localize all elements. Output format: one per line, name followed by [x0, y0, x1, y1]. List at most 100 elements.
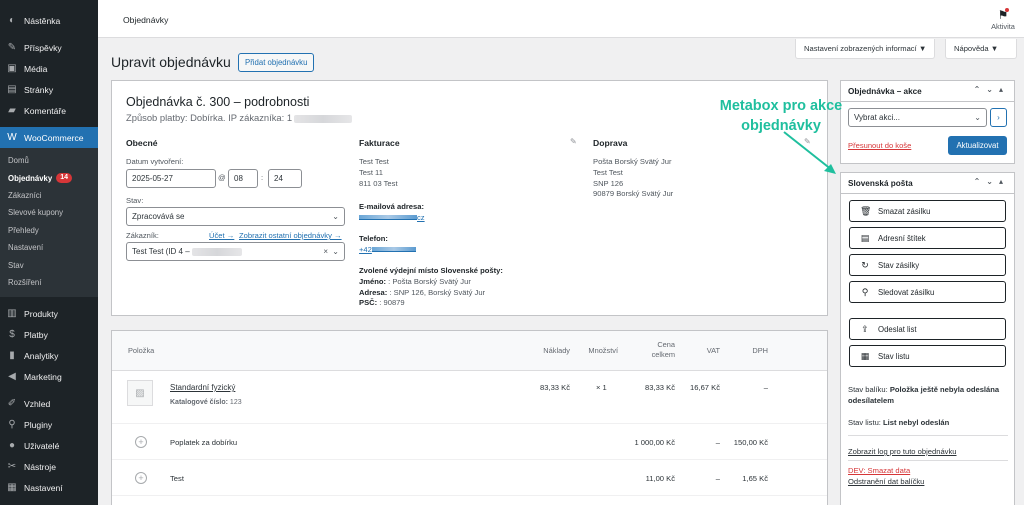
sidebar-item-marketing[interactable]: ◀ Marketing — [0, 366, 98, 387]
users-icon: ● — [8, 440, 16, 452]
payments-icon: $ — [9, 329, 15, 341]
fee-expand-icon[interactable]: + — [135, 436, 147, 448]
pin-icon: ✎ — [7, 42, 17, 53]
redacted-ip — [294, 114, 353, 123]
tools-icon: ✂ — [7, 461, 17, 473]
submenu-item-status[interactable]: Stav — [0, 256, 98, 273]
send-sheet-button[interactable]: ⇪ Odeslat list — [849, 318, 1006, 340]
address-label-button[interactable]: ▤ Adresní štítek — [849, 227, 1006, 249]
order-action-select[interactable]: Vybrat akci... ⌄ — [848, 108, 987, 127]
sidebar-item-comments[interactable]: ▰ Komentáře — [0, 100, 98, 121]
flag-icon: ⚑ — [997, 8, 1009, 22]
view-log-link[interactable]: Zobrazit log pro tuto objednávku — [848, 446, 1008, 457]
fee-total: 1 000,00 Kč — [634, 438, 675, 447]
sheet-status-button[interactable]: ▦ Stav listu — [849, 345, 1006, 367]
delete-parcel-button[interactable]: 🗑 Smazat zásilku — [849, 200, 1006, 222]
edit-billing-icon[interactable]: ✎ — [570, 137, 577, 146]
package-status-text: Stav balíku: Položka ještě nebyla odeslá… — [848, 385, 1000, 405]
sidebar-item-tools[interactable]: ✂ Nástroje — [0, 456, 98, 477]
activity-label: Aktivita — [991, 22, 1015, 31]
product-sku: Katalogové číslo: 123 — [170, 399, 242, 406]
phone-link[interactable]: +42 — [359, 245, 372, 254]
email-link[interactable]: cz — [417, 213, 425, 222]
product-image-placeholder-icon: ▨ — [127, 380, 153, 406]
top-bar: Objednávky ⚑ Aktivita — [98, 0, 1024, 38]
metabox-controls[interactable]: ⌃⌄▴ — [974, 177, 1009, 186]
order-subtitle: Způsob platby: Dobírka. IP zákazníka: 1 — [126, 112, 353, 123]
product-name-link[interactable]: Standardní fyzický — [170, 383, 235, 392]
add-order-button[interactable]: Přidat objednávku — [238, 53, 315, 72]
apply-action-button[interactable]: › — [990, 108, 1007, 127]
activity-button[interactable]: ⚑ Aktivita — [988, 8, 1018, 31]
sidebar-item-analytics[interactable]: ▮ Analytiky — [0, 345, 98, 366]
submenu-item-reports[interactable]: Přehledy — [0, 222, 98, 239]
sidebar-item-plugins[interactable]: ⚲ Pluginy — [0, 414, 98, 435]
other-orders-link[interactable]: Zobrazit ostatní objednávky → — [239, 231, 342, 240]
billing-heading: Fakturace — [359, 138, 400, 148]
at-sign: @ — [218, 173, 226, 182]
date-input[interactable]: 2025-05-27 — [126, 169, 216, 188]
sidebar-item-label: Komentáře — [24, 105, 67, 116]
product-cost: 83,33 Kč — [540, 383, 570, 392]
help-button[interactable]: Nápověda ▼ — [945, 39, 1017, 59]
status-select[interactable]: Zpracovává se ⌄ — [126, 207, 345, 226]
col-total: Cena celkem — [651, 340, 675, 359]
minute-input[interactable]: 24 — [268, 169, 302, 188]
sidebar-item-users[interactable]: ● Uživatelé — [0, 435, 98, 456]
chevron-down-icon: ⌄ — [332, 212, 339, 221]
sidebar-item-dashboard[interactable]: ◐ Nástěnka — [0, 10, 98, 31]
update-button[interactable]: Aktualizovat — [948, 136, 1007, 155]
comment-icon: ▰ — [8, 105, 16, 116]
remove-package-data-link[interactable]: Odstranění dat balíčku — [848, 476, 1008, 487]
submenu-item-settings[interactable]: Nastavení — [0, 239, 98, 256]
sidebar-item-posts[interactable]: ✎ Příspěvky — [0, 37, 98, 58]
sidebar-item-payments[interactable]: $ Platby — [0, 324, 98, 345]
fee-name: Poplatek za dobírku — [170, 438, 238, 447]
customer-select[interactable]: Test Test (ID 4 – × ⌄ — [126, 242, 345, 261]
table-row: ▨ Standardní fyzický Katalogové číslo: 1… — [112, 371, 827, 424]
topbar-title: Objednávky — [123, 15, 169, 25]
submenu-item-extensions[interactable]: Rozšíření — [0, 274, 98, 291]
sidebar-item-settings[interactable]: ▦ Nastavení — [0, 477, 98, 498]
products-icon: ▥ — [7, 308, 17, 320]
submenu-item-orders[interactable]: Objednávky 14 — [0, 169, 98, 186]
general-heading: Obecné — [126, 138, 158, 148]
sidebar-item-media[interactable]: ▣ Média — [0, 58, 98, 79]
submenu-item-customers[interactable]: Zákazníci — [0, 187, 98, 204]
annotation-arrow-icon — [783, 131, 836, 174]
fee-tax: 150,00 Kč — [733, 438, 768, 447]
woo-icon: W — [7, 132, 17, 143]
sidebar-item-label: Příspěvky — [24, 42, 62, 53]
fee-expand-icon[interactable]: + — [135, 472, 147, 484]
search-icon: ⚲ — [861, 286, 869, 297]
sidebar-item-products[interactable]: ▥ Produkty — [0, 303, 98, 324]
date-created-label: Datum vytvoření: — [126, 157, 184, 166]
sidebar-item-pages[interactable]: ▤ Stránky — [0, 79, 98, 100]
orders-count-badge: 14 — [56, 173, 72, 184]
sidebar-item-appearance[interactable]: ✐ Vzhled — [0, 393, 98, 414]
track-parcel-button[interactable]: ⚲ Sledovat zásilku — [849, 281, 1006, 303]
parcel-status-button[interactable]: ↻ Stav zásilky — [849, 254, 1006, 276]
upload-icon: ⇪ — [861, 323, 869, 334]
hour-input[interactable]: 08 — [228, 169, 258, 188]
account-link[interactable]: Účet → — [209, 231, 234, 240]
submenu-item-home[interactable]: Domů — [0, 152, 98, 169]
sidebar-item-woocommerce[interactable]: W WooCommerce — [0, 127, 98, 148]
redacted-email — [191, 247, 242, 256]
redacted-email-link[interactable] — [359, 215, 417, 221]
sidebar-item-label: WooCommerce — [24, 132, 84, 143]
caret-down-icon: ▼ — [918, 44, 927, 53]
trash-icon: 🗑 — [860, 205, 872, 216]
settings-icon: ▦ — [7, 482, 17, 494]
col-vat: VAT — [706, 346, 720, 355]
clear-icon[interactable]: × — [323, 247, 328, 256]
product-total: 83,33 Kč — [645, 383, 675, 392]
submenu-item-coupons[interactable]: Slevové kupony — [0, 204, 98, 221]
screen-options-button[interactable]: Nastavení zobrazených informací ▼ — [795, 39, 936, 59]
fee-vat: – — [715, 474, 720, 483]
chevron-down-icon: ⌄ — [332, 247, 339, 256]
move-to-trash-link[interactable]: Přesunout do koše — [848, 140, 911, 151]
dev-delete-data-link[interactable]: DEV: Smazat data — [848, 465, 1008, 476]
table-row: + Poplatek za dobírku 1 000,00 Kč – 150,… — [112, 424, 827, 460]
metabox-controls[interactable]: ⌃⌄▴ — [974, 85, 1009, 94]
